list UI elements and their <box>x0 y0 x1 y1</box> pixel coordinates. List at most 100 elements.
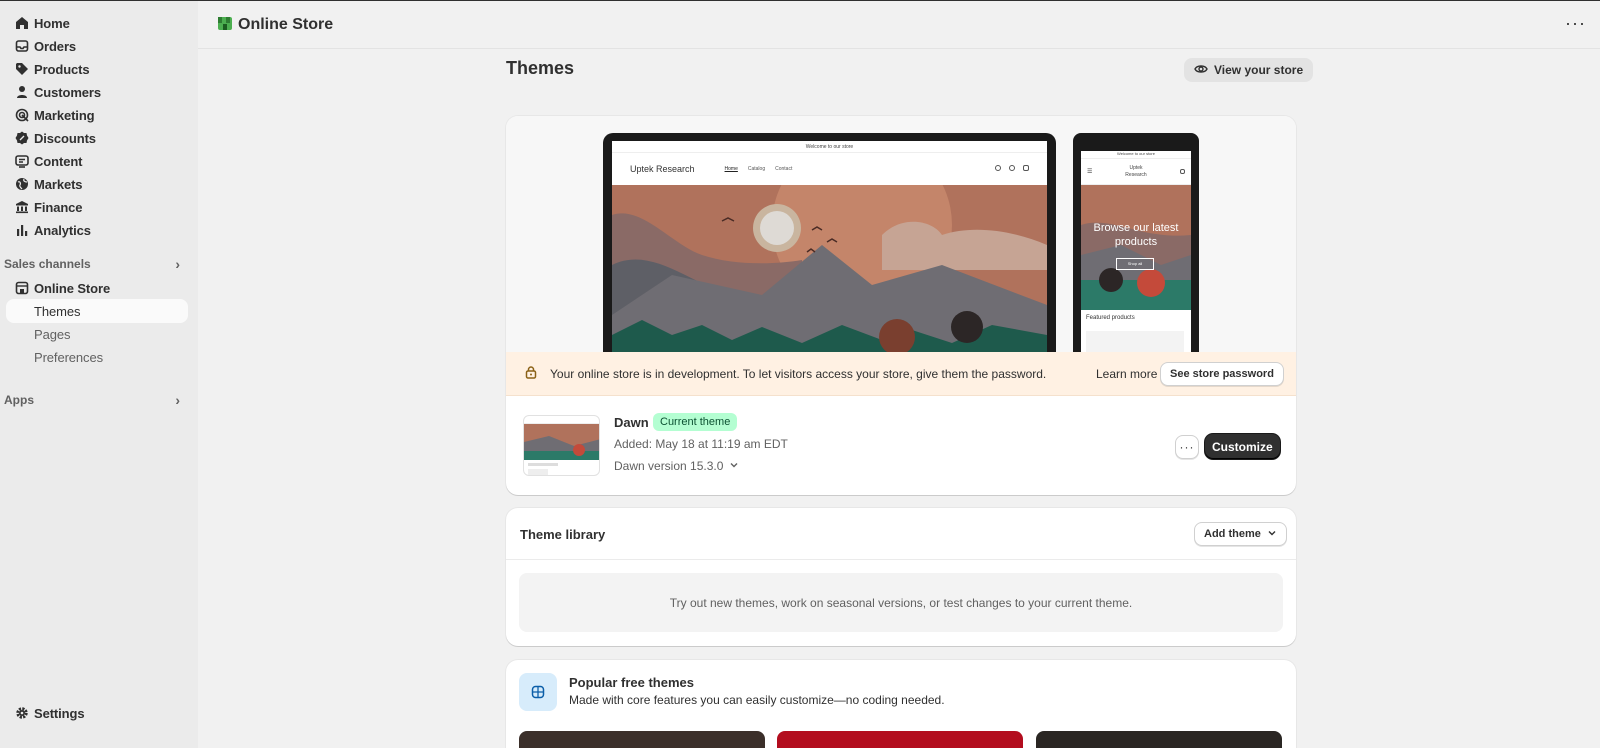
menu-icon: ☰ <box>1087 169 1093 175</box>
inbox-icon <box>6 39 34 53</box>
topbar-title: Online Store <box>238 15 334 33</box>
sidebar-item-label: Settings <box>34 705 85 721</box>
sidebar-item-label: Markets <box>34 176 83 192</box>
sales-channels-header[interactable]: Sales channels › <box>4 254 190 274</box>
popular-theme-preview[interactable] <box>1036 731 1282 748</box>
sidebar-item-customers[interactable]: Customers <box>6 80 188 104</box>
gear-icon <box>6 706 34 720</box>
view-store-label: View your store <box>1214 63 1304 77</box>
sidebar-item-analytics[interactable]: Analytics <box>6 218 188 242</box>
sales-channels-label: Sales channels <box>4 257 91 271</box>
add-theme-label: Add theme <box>1204 528 1261 540</box>
home-icon <box>6 16 34 30</box>
theme-library-card: Theme library Add theme Try out new them… <box>506 508 1296 646</box>
popular-themes-title: Popular free themes <box>569 675 694 690</box>
sidebar-item-label: Analytics <box>34 222 91 238</box>
sidebar-item-orders[interactable]: Orders <box>6 34 188 58</box>
sidebar-item-content[interactable]: Content <box>6 149 188 173</box>
phone-featured-placeholder <box>1086 331 1184 352</box>
sidebar-item-pages[interactable]: Pages <box>6 322 188 346</box>
popular-theme-preview[interactable] <box>519 731 765 748</box>
preview-header-icons <box>995 165 1029 171</box>
theme-preview[interactable]: Welcome to our store Uptek Research Home… <box>506 116 1296 352</box>
sidebar-item-finance[interactable]: Finance <box>6 195 188 219</box>
sidebar-item-themes[interactable]: Themes <box>6 299 188 323</box>
thumb-illustration <box>524 424 599 460</box>
sidebar-item-label: Products <box>34 61 90 77</box>
add-theme-button[interactable]: Add theme <box>1194 522 1287 546</box>
popular-theme-preview[interactable] <box>777 731 1023 748</box>
sidebar-item-home[interactable]: Home <box>6 11 188 35</box>
preview-link: Home <box>724 166 738 172</box>
current-theme-row: Dawn Current theme Added: May 18 at 11:1… <box>506 396 1296 495</box>
mobile-screen: Welcome to our store ☰ Uptek Research Br… <box>1081 151 1191 352</box>
preview-brand: Uptek Research <box>630 164 695 174</box>
desktop-preview: Welcome to our store Uptek Research Home… <box>603 133 1056 352</box>
sidebar-item-label: Orders <box>34 38 77 54</box>
theme-version-toggle[interactable]: Dawn version 15.3.0 <box>614 459 739 473</box>
hero-illustration <box>612 185 1047 352</box>
search-icon <box>995 165 1001 171</box>
sidebar-item-label: Finance <box>34 199 83 215</box>
sidebar-item-label: Preferences <box>34 349 103 365</box>
sidebar-item-products[interactable]: Products <box>6 57 188 81</box>
theme-library-empty-state: Try out new themes, work on seasonal ver… <box>519 573 1283 632</box>
phone-featured-label: Featured products <box>1086 315 1135 321</box>
thumb-header <box>524 416 599 424</box>
learn-more-link[interactable]: Learn more <box>1096 367 1157 381</box>
desktop-screen: Welcome to our store Uptek Research Home… <box>612 141 1047 352</box>
phone-brand: Uptek Research <box>1125 164 1147 178</box>
theme-added-date: Added: May 18 at 11:19 am EDT <box>614 437 788 451</box>
customize-button[interactable]: Customize <box>1205 434 1280 459</box>
preview-header: Uptek Research Home Catalog Contact <box>612 153 1047 185</box>
mobile-preview: Welcome to our store ☰ Uptek Research Br… <box>1073 133 1199 352</box>
online-store-icon <box>216 14 234 35</box>
sidebar-item-marketing[interactable]: Marketing <box>6 103 188 127</box>
sidebar-item-preferences[interactable]: Preferences <box>6 345 188 369</box>
sidebar-item-label: Discounts <box>34 130 96 146</box>
cart-icon <box>1180 169 1185 174</box>
page-title: Themes <box>506 58 575 78</box>
theme-actions-button[interactable]: ··· <box>1175 435 1199 459</box>
bar-chart-icon <box>6 223 34 237</box>
sidebar-item-markets[interactable]: Markets <box>6 172 188 196</box>
chevron-down-icon <box>729 459 739 473</box>
popular-themes-subtitle: Made with core features you can easily c… <box>569 693 945 707</box>
sidebar-item-label: Themes <box>34 303 81 319</box>
chevron-right-icon: › <box>175 256 180 272</box>
store-icon <box>6 281 34 295</box>
preview-link: Catalog <box>747 166 766 172</box>
more-actions-button[interactable]: ··· <box>1565 13 1586 34</box>
thumb-line <box>528 469 548 475</box>
tag-icon <box>6 62 34 76</box>
person-icon <box>6 85 34 99</box>
theme-library-title: Theme library <box>520 527 606 542</box>
current-theme-card: Welcome to our store Uptek Research Home… <box>506 116 1296 495</box>
globe-icon <box>6 177 34 191</box>
bank-icon <box>6 200 34 214</box>
sidebar-item-label: Pages <box>34 326 71 342</box>
cart-icon <box>1023 165 1029 171</box>
thumb-line <box>528 463 558 466</box>
sidebar-item-discounts[interactable]: Discounts <box>6 126 188 150</box>
sidebar: Home Orders Products Customers Marketing… <box>0 1 198 748</box>
sidebar-item-label: Content <box>34 153 83 169</box>
sidebar-item-settings[interactable]: Settings <box>6 701 188 725</box>
theme-thumbnail[interactable] <box>523 415 600 476</box>
phone-hero-text: Browse our latest products <box>1093 222 1179 248</box>
sidebar-item-online-store[interactable]: Online Store <box>6 276 188 300</box>
discount-icon <box>6 131 34 145</box>
sidebar-item-label: Marketing <box>34 107 95 123</box>
popular-themes-card: Popular free themes Made with core featu… <box>506 660 1296 748</box>
sidebar-item-label: Online Store <box>34 280 111 296</box>
see-store-password-button[interactable]: See store password <box>1160 362 1284 386</box>
preview-links: Home Catalog Contact <box>725 166 793 172</box>
banner-message: Your online store is in development. To … <box>550 366 1047 381</box>
account-icon <box>1009 165 1015 171</box>
sidebar-item-label: Customers <box>34 84 102 100</box>
view-store-button[interactable]: View your store <box>1184 58 1314 82</box>
apps-header[interactable]: Apps › <box>4 390 190 410</box>
chevron-down-icon <box>1267 528 1277 541</box>
divider <box>506 559 1296 560</box>
current-theme-badge: Current theme <box>653 413 738 431</box>
